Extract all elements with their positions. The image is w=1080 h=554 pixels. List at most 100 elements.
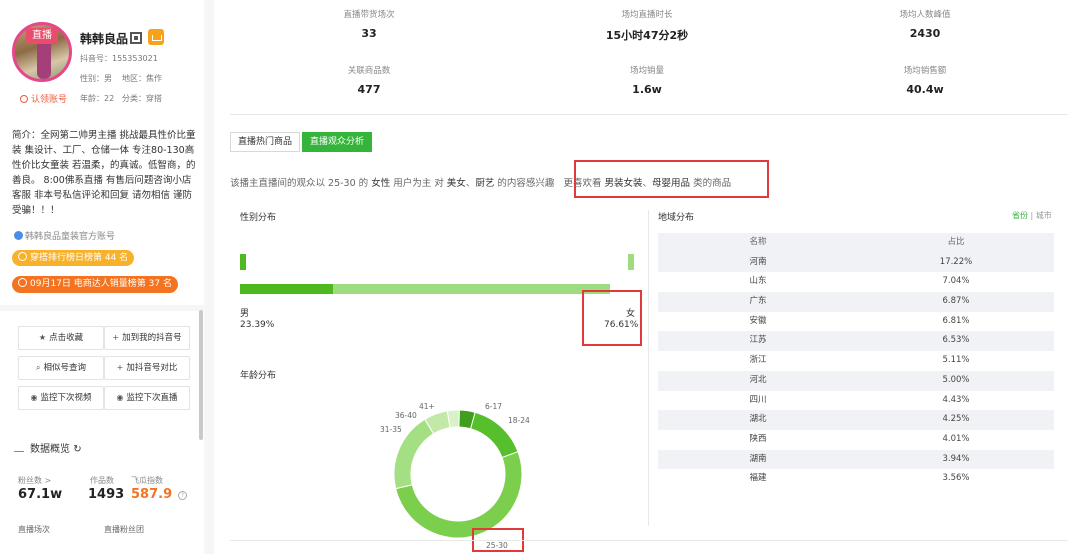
kpi-label: 场均销量 — [629, 66, 664, 76]
toggle-city[interactable]: 城市 — [1036, 211, 1052, 220]
toggle-province[interactable]: 省份 — [1012, 211, 1028, 220]
region-share: 4.25% — [942, 414, 970, 425]
age-title: 年龄分布 — [240, 371, 277, 381]
help-icon[interactable]: ? — [178, 491, 187, 500]
official-label: 韩韩良品童装官方账号 — [25, 232, 116, 242]
refresh-icon[interactable]: ↻ — [73, 444, 81, 455]
star-icon: ★ — [38, 333, 47, 342]
favorite-label: 点击收藏 — [49, 333, 84, 343]
monitor-video-label: 监控下次视频 — [40, 393, 92, 403]
table-row: 浙江 5.11% — [658, 351, 1054, 371]
kpi-label: 场均人数峰值 — [899, 10, 951, 20]
table-row: 陕西 4.01% — [658, 430, 1054, 450]
plus-icon: + — [116, 363, 124, 372]
male-value: 23.39% — [240, 320, 275, 330]
kpi-value: 1.6w — [632, 83, 662, 96]
table-row: 安徽 6.81% — [658, 312, 1054, 332]
shop-icon[interactable] — [148, 29, 164, 45]
summary-interest: 美女 — [446, 178, 466, 189]
qr-code-icon[interactable] — [130, 32, 142, 44]
profile-sidebar: 直播 韩韩良品 抖音号：155353021 性别：男 地区：焦作 认领账号 年龄… — [0, 0, 204, 554]
toggle-separator: | — [1028, 211, 1036, 220]
favorite-button[interactable]: ★ 点击收藏 — [18, 326, 104, 350]
region-name: 湖南 — [749, 453, 767, 464]
summary-sep: 、 — [465, 178, 476, 189]
region-name: 河南 — [749, 256, 767, 267]
fans-value: 67.1w — [18, 487, 63, 502]
search-icon: ⌕ — [36, 363, 41, 372]
region-name: 浙江 — [749, 355, 767, 366]
male-label: 男 — [240, 309, 250, 319]
region-share: 6.53% — [942, 335, 970, 346]
region-share: 6.87% — [942, 296, 970, 307]
table-row: 江苏 6.53% — [658, 331, 1054, 352]
region-title: 地域分布 — [658, 213, 695, 223]
account-name: 韩韩良品 — [80, 32, 129, 46]
divider — [230, 540, 1068, 541]
compare-label: 加抖音号对比 — [126, 363, 178, 373]
main-panel: 直播带货场次 33 场均直播时长 15小时47分2秒 场均人数峰值 2430 关… — [214, 0, 1080, 554]
scrollbar[interactable] — [199, 310, 203, 440]
bio-text: 简介：全网第二帅男主播 挑战最具性价比童装 集设计、工厂、仓储一体 专注80-1… — [12, 130, 196, 216]
table-row: 四川 4.43% — [658, 391, 1054, 411]
donut-slice-25-30[interactable] — [395, 450, 523, 539]
kpi-label: 关联商品数 — [347, 66, 391, 76]
plus-icon: + — [112, 333, 120, 342]
table-row: 福建 3.56% — [658, 469, 1054, 489]
age-info: 年龄：22 — [80, 94, 115, 103]
region-share: 5.00% — [942, 374, 970, 385]
age-label: 41+ — [419, 402, 435, 411]
verified-icon — [14, 231, 23, 240]
region-toggle: 省份 | 城市 — [1012, 210, 1052, 221]
works-value: 1493 — [88, 487, 125, 502]
region-share: 3.94% — [942, 453, 970, 464]
index-value: 587.9 — [131, 487, 173, 502]
sales-rank-badge[interactable]: 09月17日 电商达人销量榜第 37 名 — [12, 276, 178, 293]
region-share: 5.11% — [942, 355, 970, 366]
table-row: 山东 7.04% — [658, 272, 1054, 292]
tab-hot-products[interactable]: 直播热门商品 — [230, 132, 301, 152]
region-name: 福建 — [749, 473, 767, 484]
summary-text: 的内容感兴趣 — [497, 178, 555, 189]
kpi-label: 场均直播时长 — [621, 10, 673, 20]
region-name: 湖北 — [749, 414, 767, 425]
fans-label[interactable]: 粉丝数 > — [18, 475, 51, 486]
claim-icon — [20, 95, 28, 103]
region-share: 3.56% — [942, 473, 970, 484]
divider — [230, 114, 1068, 115]
summary-interest: 厨艺 — [475, 178, 495, 189]
crown-icon — [18, 252, 27, 261]
age-donut-chart — [393, 409, 523, 539]
live-count-label: 直播场次 — [18, 525, 50, 534]
rank-badge-label: 穿搭排行榜日榜第 44 名 — [30, 253, 129, 263]
similar-search-button[interactable]: ⌕ 相似号查询 — [18, 356, 104, 380]
region-name: 陕西 — [749, 433, 767, 444]
header-share: 占比 — [947, 237, 965, 247]
region-share: 7.04% — [942, 276, 970, 287]
add-mine-button[interactable]: + 加到我的抖音号 — [104, 326, 190, 350]
cart-icon — [18, 278, 27, 287]
region-name: 山东 — [749, 276, 767, 287]
highlight-box — [574, 160, 769, 198]
gender-title: 性别分布 — [240, 213, 277, 223]
rank-badge[interactable]: 穿搭排行榜日榜第 44 名 — [12, 250, 135, 266]
age-label: 18-24 — [508, 416, 530, 425]
monitor-live-label: 监控下次直播 — [126, 393, 178, 403]
monitor-video-button[interactable]: ◉ 监控下次视频 — [18, 386, 104, 410]
table-row: 广东 6.87% — [658, 292, 1054, 312]
monitor-live-button[interactable]: ◉ 监控下次直播 — [104, 386, 190, 410]
bar-chart-icon — [14, 444, 24, 452]
region-name: 广东 — [749, 296, 767, 307]
index-label: 飞瓜指数 — [131, 476, 163, 485]
official-account: 韩韩良品童装官方账号 — [14, 229, 115, 242]
gender-info: 性别：男 — [80, 74, 112, 83]
age-label: 31-35 — [380, 425, 402, 434]
works-label: 作品数 — [90, 476, 114, 485]
claim-account-link[interactable]: 认领账号 — [20, 92, 67, 105]
region-share: 4.01% — [942, 433, 970, 444]
compare-button[interactable]: + 加抖音号对比 — [104, 356, 190, 380]
age-label: 36-40 — [395, 411, 417, 420]
kpi-value: 40.4w — [906, 83, 944, 96]
region-name: 江苏 — [749, 335, 767, 346]
tab-audience-analysis[interactable]: 直播观众分析 — [302, 132, 373, 152]
